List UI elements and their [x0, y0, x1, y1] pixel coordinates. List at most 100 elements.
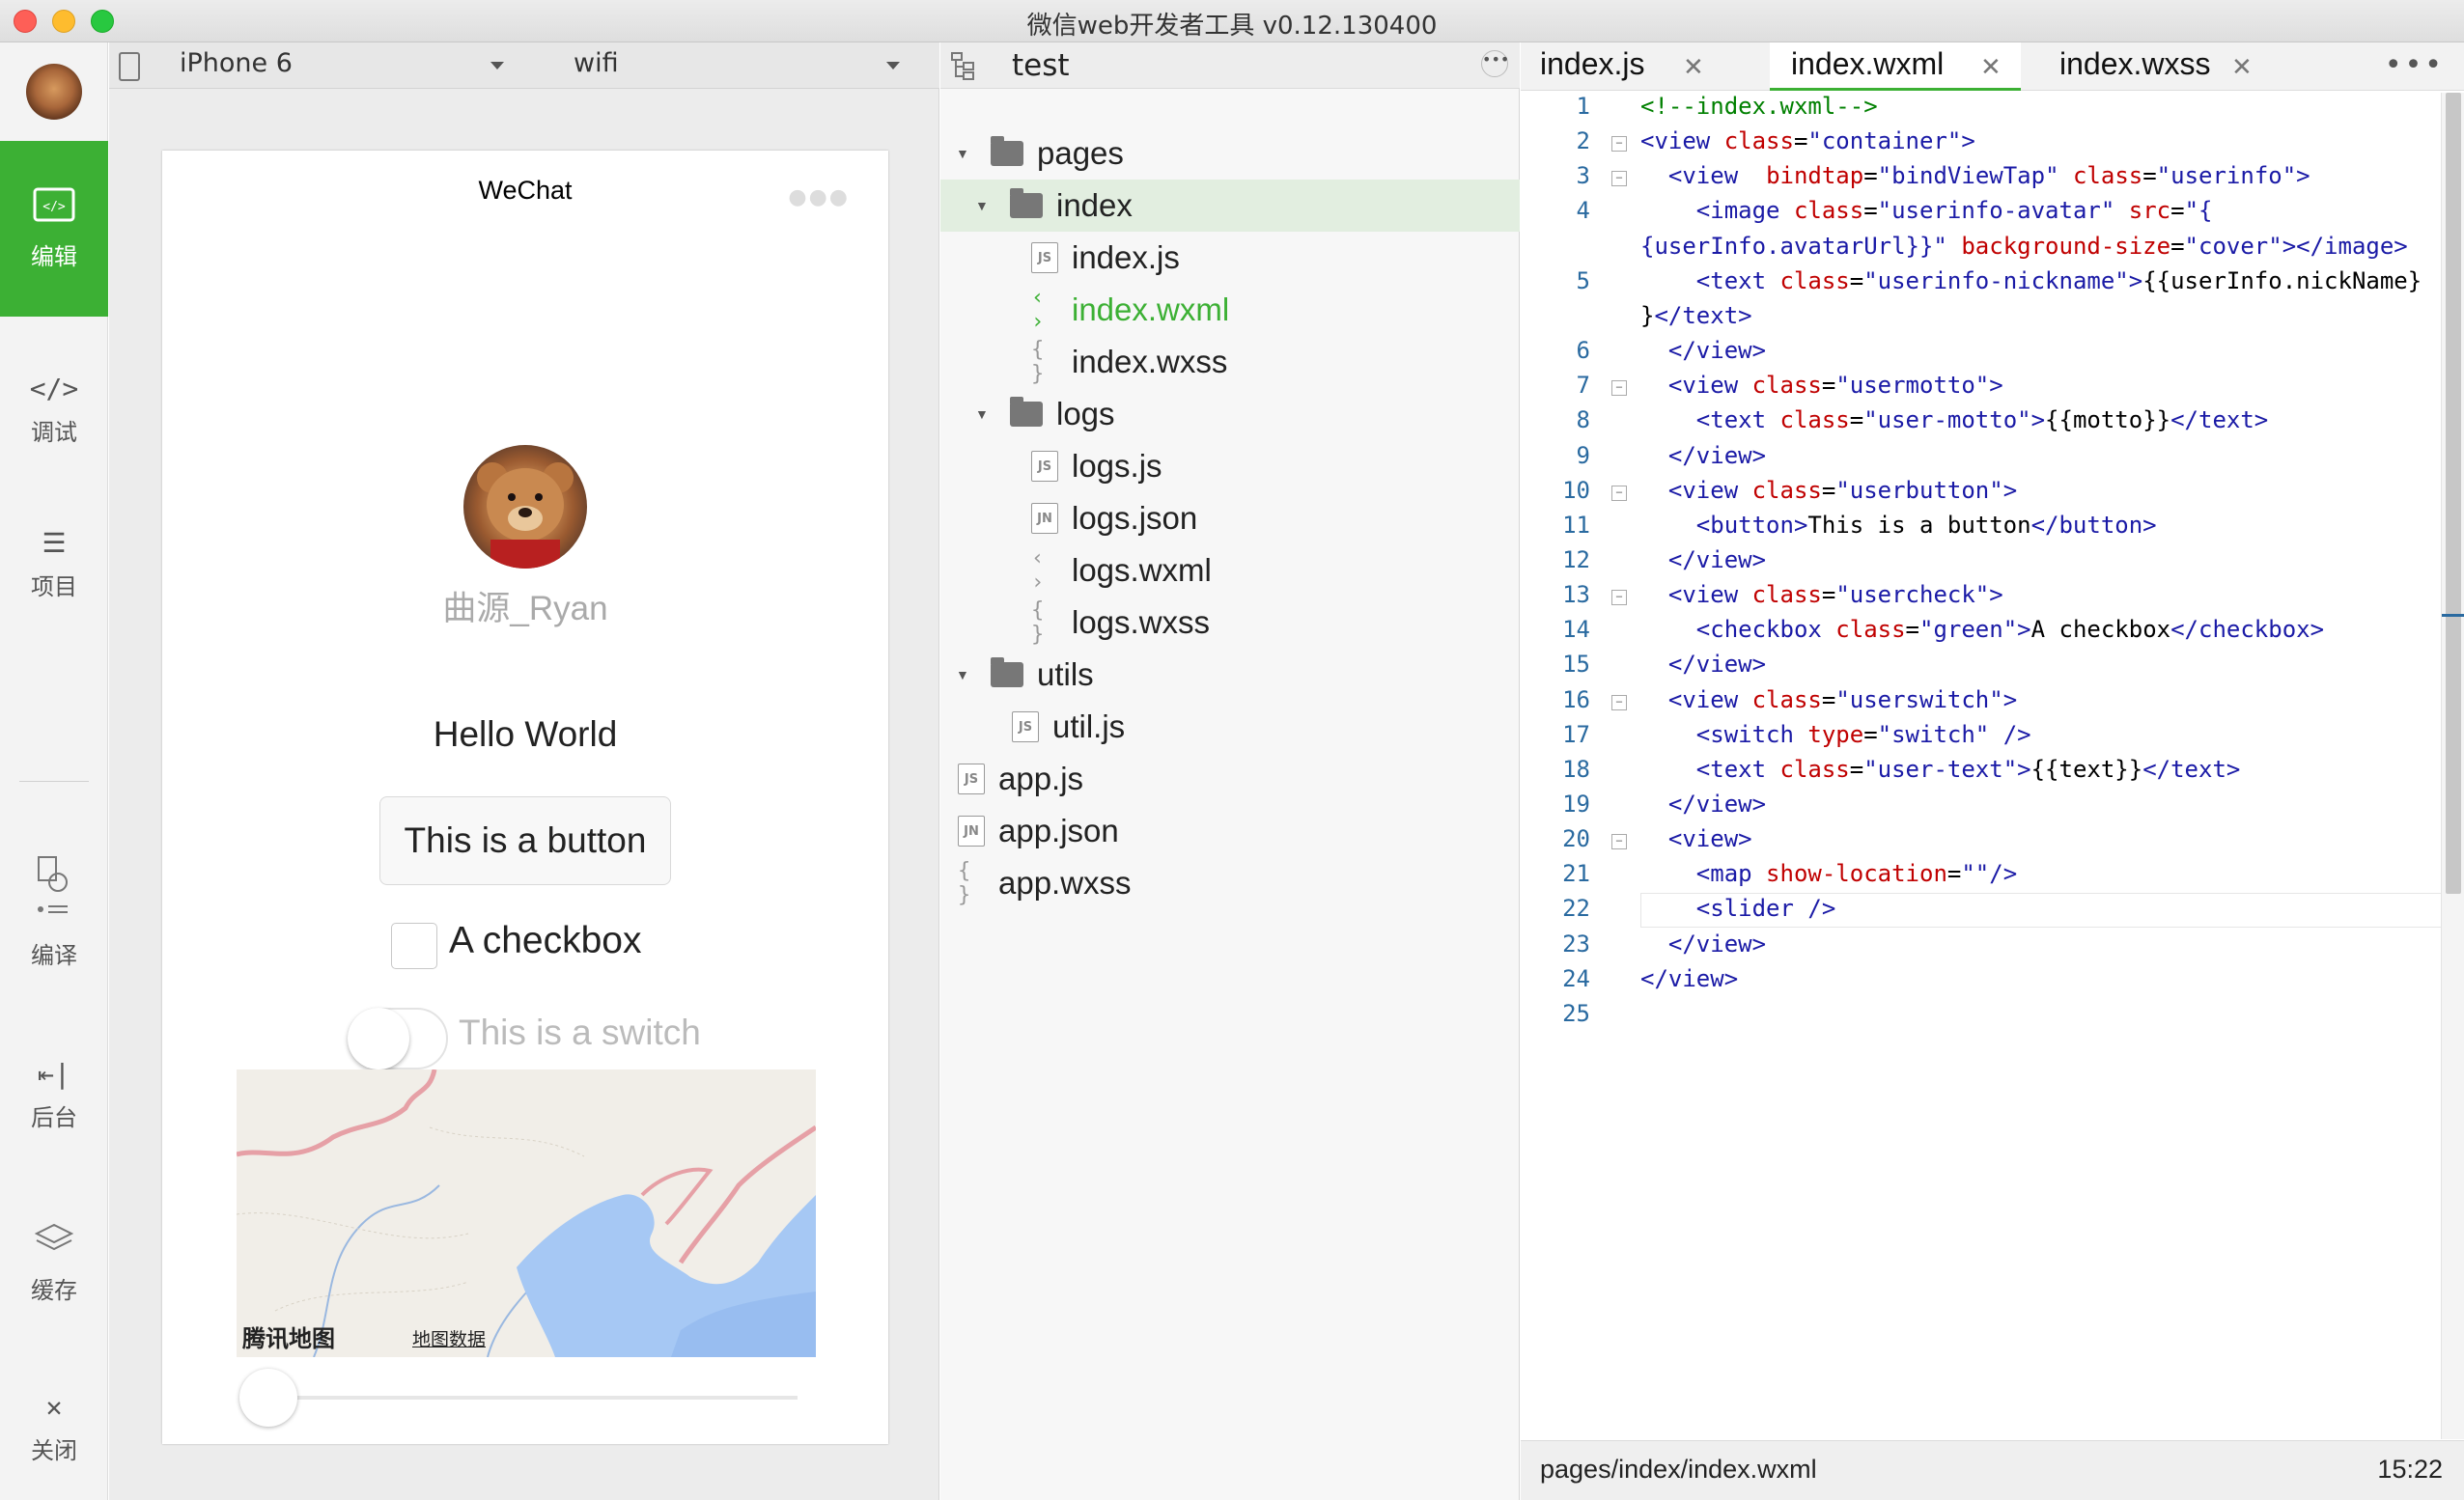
sidebar-item-backend[interactable]: ⇤| 后台	[0, 1037, 108, 1153]
chevron-down-icon[interactable]	[490, 62, 504, 69]
close-tab-icon[interactable]: ✕	[1980, 52, 2002, 82]
tree-file[interactable]: JS app.js	[940, 753, 1520, 805]
sidebar-item-close[interactable]: ✕ 关闭	[0, 1365, 108, 1490]
more-options-icon[interactable]: •••	[1481, 50, 1509, 77]
fold-toggle-icon[interactable]: −	[1611, 834, 1627, 850]
fold-toggle-icon[interactable]: −	[1611, 380, 1627, 397]
tab-index-js[interactable]: index.js ✕	[1521, 42, 1719, 91]
code-line[interactable]: <view class="usermotto">	[1640, 372, 2003, 399]
fold-toggle-icon[interactable]: −	[1611, 485, 1627, 501]
network-select[interactable]: wifi	[574, 48, 619, 78]
tab-index-wxml[interactable]: index.wxml ✕	[1770, 42, 2021, 91]
menu-icon: ☰	[42, 526, 67, 559]
code-line[interactable]: <view>	[1640, 825, 1752, 852]
tree-file[interactable]: JS util.js	[940, 701, 1520, 753]
slider-handle[interactable]	[239, 1369, 297, 1427]
slider-track[interactable]	[257, 1396, 798, 1400]
tree-file[interactable]: { } logs.wxss	[940, 597, 1520, 649]
code-line[interactable]: <checkbox class="green">A checkbox</chec…	[1640, 616, 2324, 643]
scrollbar-thumb[interactable]	[2446, 93, 2461, 894]
tree-file[interactable]: JN app.json	[940, 805, 1520, 857]
close-tab-icon[interactable]: ✕	[2231, 52, 2253, 82]
code-line[interactable]: <!--index.wxml-->	[1640, 93, 1878, 120]
code-line[interactable]: <view class="userswitch">	[1640, 686, 2017, 713]
line-number: 16	[1562, 685, 1590, 713]
user-avatar-button[interactable]	[0, 42, 108, 141]
sidebar-item-project[interactable]: ☰ 项目	[0, 506, 108, 622]
tab-index-wxss[interactable]: index.wxss ✕	[2021, 42, 2253, 91]
code-line[interactable]: <text class="user-motto">{{motto}}</text…	[1640, 406, 2268, 433]
code-area[interactable]: 1 <!--index.wxml--> 2− <view class="contain…	[1521, 93, 2464, 1439]
user-avatar[interactable]	[463, 445, 587, 569]
tree-folder-pages[interactable]: ▼ pages	[940, 127, 1520, 180]
tree-structure-icon[interactable]	[950, 50, 977, 81]
sidebar-item-cache[interactable]: 缓存	[0, 1201, 108, 1326]
demo-checkbox[interactable]	[391, 923, 437, 969]
code-line[interactable]: </view>	[1640, 651, 1766, 678]
expand-arrow-icon[interactable]: ▼	[956, 667, 969, 682]
demo-switch[interactable]	[348, 1008, 448, 1069]
code-line[interactable]: <text class="user-text">{{text}}</text>	[1640, 756, 2241, 783]
js-file-icon: JS	[1031, 242, 1058, 273]
code-line[interactable]: <view bindtap="bindViewTap" class="useri…	[1640, 162, 2310, 189]
code-line[interactable]: </view>	[1640, 337, 1766, 364]
phone-icon[interactable]	[119, 52, 140, 81]
more-tabs-icon[interactable]: •••	[2385, 48, 2445, 82]
map-view[interactable]: 腾讯地图 地图数据	[237, 1069, 816, 1357]
code-line[interactable]: <view class="container">	[1640, 127, 1975, 154]
line-number: 9	[1576, 441, 1590, 469]
tree-file[interactable]: ‹ › logs.wxml	[940, 544, 1520, 597]
expand-arrow-icon[interactable]: ▼	[975, 406, 989, 422]
expand-arrow-icon[interactable]: ▼	[956, 146, 969, 161]
tree-folder-index[interactable]: ▼ index	[940, 180, 1520, 232]
tree-item-label: logs	[1056, 396, 1115, 431]
device-select[interactable]: iPhone 6	[180, 48, 293, 78]
style-file-icon: { }	[958, 859, 971, 907]
map-data-link[interactable]: 地图数据	[412, 1325, 486, 1351]
tree-file[interactable]: { } app.wxss	[940, 857, 1520, 909]
close-tab-icon[interactable]: ✕	[1683, 52, 1704, 82]
line-number: 20	[1562, 825, 1590, 853]
sidebar-item-label: 调试	[31, 418, 77, 446]
code-line[interactable]: <image class="userinfo-avatar" src="{	[1640, 197, 2213, 224]
tree-file[interactable]: ‹ › index.wxml	[940, 284, 1520, 336]
demo-button[interactable]: This is a button	[379, 796, 671, 885]
fold-toggle-icon[interactable]: −	[1611, 171, 1627, 187]
code-line[interactable]: <switch type="switch" />	[1640, 721, 2031, 748]
folder-icon	[1010, 397, 1043, 427]
tree-file[interactable]: JS index.js	[940, 232, 1520, 284]
fold-toggle-icon[interactable]: −	[1611, 590, 1627, 606]
code-line[interactable]: </view>	[1640, 442, 1766, 469]
code-line[interactable]: </view>	[1640, 546, 1766, 573]
fold-toggle-icon[interactable]: −	[1611, 136, 1627, 153]
code-line[interactable]: <text class="userinfo-nickname">{{userIn…	[1640, 267, 2422, 294]
tree-item-label: util.js	[1052, 708, 1126, 744]
code-line[interactable]: <map show-location=""/>	[1640, 860, 2017, 887]
vertical-scrollbar[interactable]	[2441, 93, 2464, 1439]
expand-arrow-icon[interactable]: ▼	[975, 198, 989, 213]
motto-text: Hello World	[433, 714, 618, 754]
tree-folder-utils[interactable]: ▼ utils	[940, 649, 1520, 701]
tree-folder-logs[interactable]: ▼ logs	[940, 388, 1520, 440]
style-file-icon: { }	[1031, 338, 1045, 386]
tree-file[interactable]: JS logs.js	[940, 440, 1520, 492]
code-line[interactable]: </view>	[1640, 791, 1766, 818]
code-line[interactable]: <button>This is a button</button>	[1640, 512, 2157, 539]
sidebar-item-debug[interactable]: </> 调试	[0, 351, 108, 467]
code-line[interactable]: </view>	[1640, 965, 1738, 992]
code-line[interactable]: <view class="userbutton">	[1640, 477, 2017, 504]
tree-file[interactable]: JN logs.json	[940, 492, 1520, 544]
sidebar-item-compile[interactable]: 编译	[0, 834, 108, 988]
tree-item-label: index	[1056, 187, 1133, 223]
fold-toggle-icon[interactable]: −	[1611, 694, 1627, 710]
code-line[interactable]: <view class="usercheck">	[1640, 581, 2003, 608]
code-line[interactable]: <slider />	[1640, 895, 1836, 922]
tree-item-label: logs.wxml	[1072, 552, 1212, 588]
sidebar-item-edit[interactable]: </> 编辑	[0, 141, 108, 317]
code-line[interactable]: </view>	[1640, 931, 1766, 958]
avatar	[26, 64, 82, 120]
chevron-down-icon[interactable]	[886, 62, 900, 69]
code-line[interactable]: }</text>	[1640, 302, 1752, 329]
code-line[interactable]: {userInfo.avatarUrl}}" background-size="…	[1640, 233, 2408, 260]
tree-file[interactable]: { } index.wxss	[940, 336, 1520, 388]
